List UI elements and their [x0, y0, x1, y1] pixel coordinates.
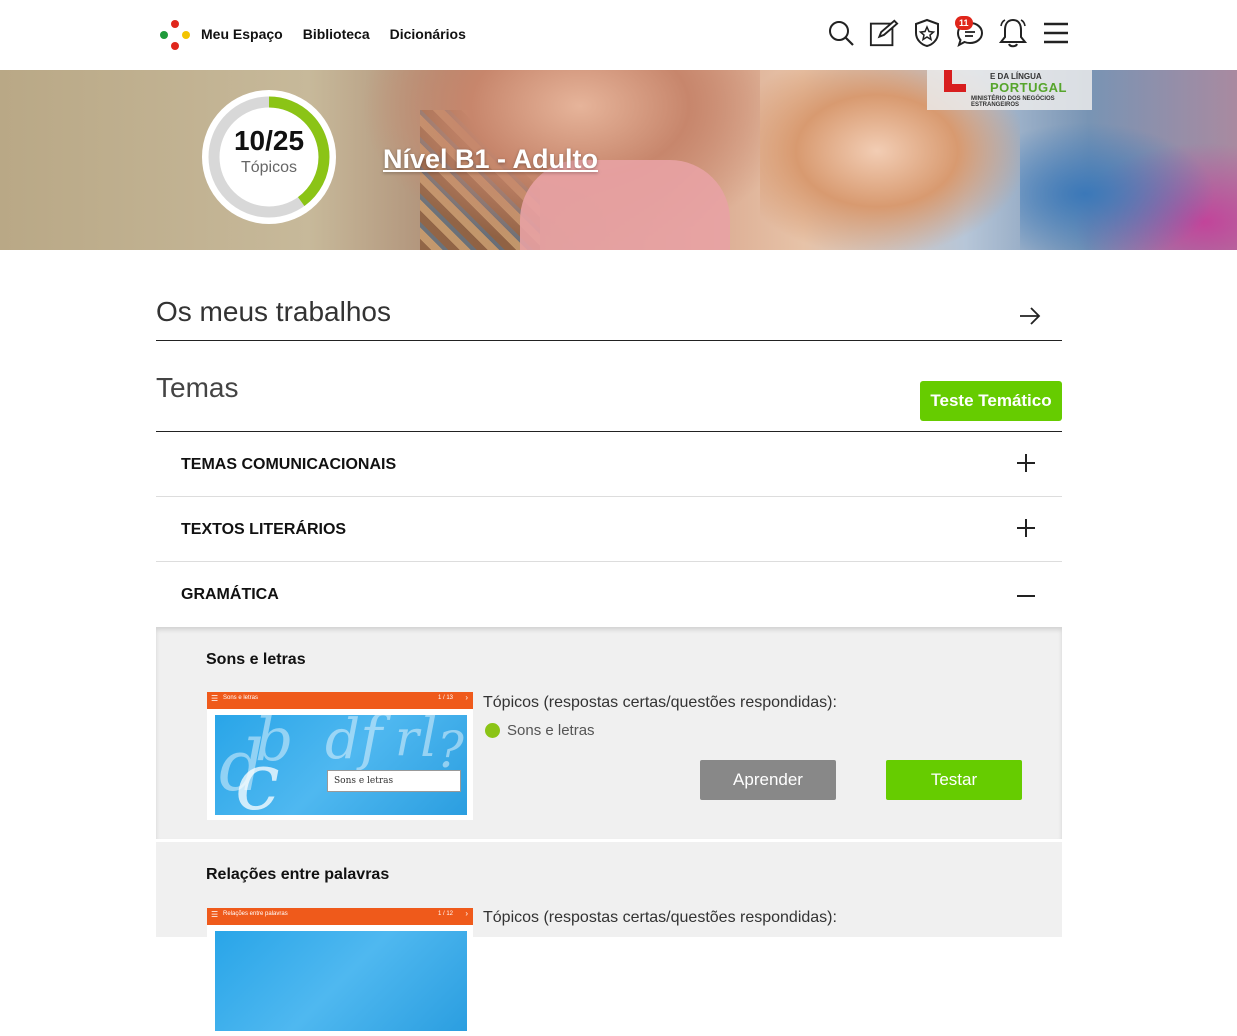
accordion-temas-comunicacionais[interactable]: TEMAS COMUNICACIONAIS: [156, 432, 1062, 497]
top-bar: Meu Espaço Biblioteca Dicionários 11: [0, 0, 1237, 70]
accordion-textos-literarios[interactable]: TEXTOS LITERÁRIOS: [156, 497, 1062, 562]
logo[interactable]: [160, 20, 190, 50]
topic-item: Sons e letras: [485, 722, 595, 739]
temas-title: Temas: [156, 372, 239, 403]
thumbnail-card: Sons e letras: [327, 770, 461, 792]
thumbnail-bar: ☰ Sons e letras 1 / 13 ›: [207, 692, 473, 709]
grammar-item-thumbnail[interactable]: ☰ Sons e letras 1 / 13 › d b c d f r l ?…: [207, 692, 473, 820]
main-nav: Meu Espaço Biblioteca Dicionários: [201, 26, 466, 42]
chat-badge: 11: [955, 16, 973, 30]
topic-status-dot: [485, 723, 500, 738]
thumbnail-bar: ☰ Relações entre palavras 1 / 12 ›: [207, 908, 473, 925]
hero-photo-background: [1020, 110, 1237, 250]
edit-icon[interactable]: [869, 16, 899, 50]
my-works-row[interactable]: Os meus trabalhos: [156, 296, 1062, 341]
grammar-item-title: Sons e letras: [206, 651, 306, 668]
topic-name: Sons e letras: [507, 722, 595, 739]
thumbnail-artwork: d b c d f r l ? Sons e letras: [215, 715, 467, 815]
accordion-gramatica[interactable]: GRAMÁTICA: [156, 562, 1062, 627]
grammar-item-panel: Sons e letras ☰ Sons e letras 1 / 13 › d…: [156, 627, 1062, 839]
topics-label: Tópicos (respostas certas/questões respo…: [483, 909, 837, 926]
accordion-label: TEMAS COMUNICACIONAIS: [181, 456, 397, 473]
nav-biblioteca[interactable]: Biblioteca: [303, 26, 370, 42]
hero-banner: E DA LÍNGUA PORTUGAL MINISTÉRIO DOS NEGÓ…: [0, 70, 1237, 250]
header-icons: 11: [826, 16, 1071, 50]
grammar-item-title: Relações entre palavras: [206, 866, 390, 883]
progress-label: Tópicos: [240, 159, 298, 176]
progress-value: 10/25: [233, 125, 305, 156]
bell-icon[interactable]: [998, 16, 1028, 50]
accordion-label: TEXTOS LITERÁRIOS: [181, 521, 347, 538]
teste-tematico-button[interactable]: Teste Temático: [920, 381, 1062, 421]
arrow-right-icon[interactable]: [1018, 306, 1042, 326]
plus-icon[interactable]: [1015, 517, 1037, 539]
menu-icon[interactable]: [1041, 16, 1071, 50]
nav-meu-espaco[interactable]: Meu Espaço: [201, 26, 283, 42]
topics-label: Tópicos (respostas certas/questões respo…: [483, 694, 837, 711]
progress-ring-label: 10/25 Tópicos: [201, 125, 337, 177]
grammar-item-thumbnail[interactable]: ☰ Relações entre palavras 1 / 12 ›: [207, 908, 473, 1036]
search-icon[interactable]: [826, 16, 856, 50]
grammar-item-panel: Relações entre palavras ☰ Relações entre…: [156, 842, 1062, 1036]
my-works-title: Os meus trabalhos: [156, 296, 391, 327]
thumbnail-artwork: [215, 931, 467, 1031]
testar-button[interactable]: Testar: [886, 760, 1022, 800]
institution-seal: E DA LÍNGUA PORTUGAL MINISTÉRIO DOS NEGÓ…: [927, 70, 1092, 110]
badge-icon[interactable]: [912, 16, 942, 50]
aprender-button[interactable]: Aprender: [700, 760, 836, 800]
nav-dicionarios[interactable]: Dicionários: [390, 26, 466, 42]
accordion-label: GRAMÁTICA: [181, 586, 279, 603]
plus-icon[interactable]: [1015, 452, 1037, 474]
level-title-link[interactable]: Nível B1 - Adulto: [383, 144, 598, 175]
chat-icon[interactable]: 11: [955, 16, 985, 50]
minus-icon[interactable]: [1015, 582, 1037, 604]
